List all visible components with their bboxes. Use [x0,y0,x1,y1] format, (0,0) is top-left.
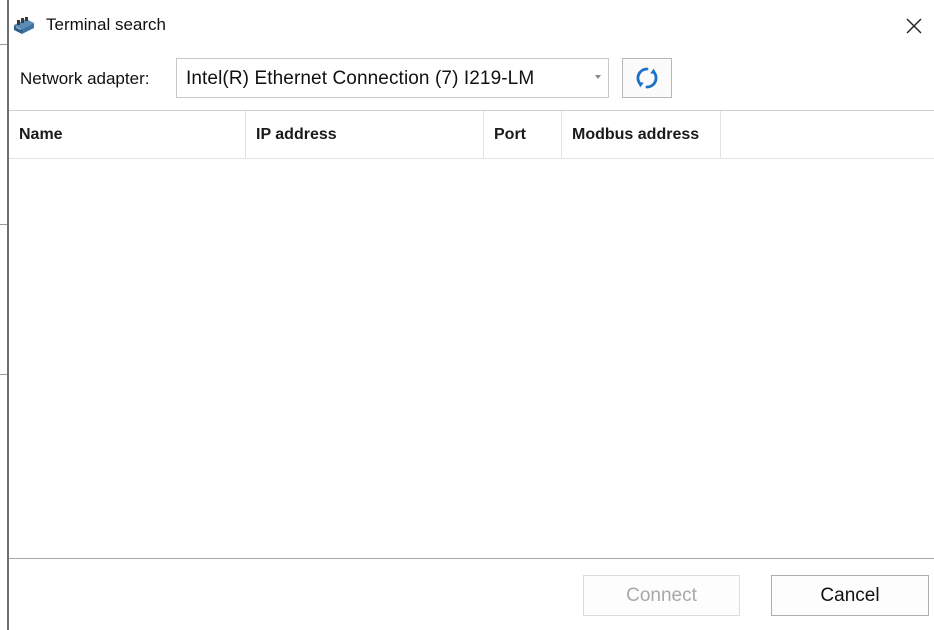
list-header: Name IP address Port Modbus address [9,111,934,159]
network-adapter-label: Network adapter: [20,69,150,88]
column-header-name[interactable]: Name [9,111,246,158]
network-adapter-select[interactable]: Intel(R) Ethernet Connection (7) I219-LM [176,58,609,98]
cancel-button[interactable]: Cancel [771,575,929,616]
connect-button[interactable]: Connect [583,575,740,616]
close-icon[interactable] [894,6,934,46]
column-header-modbus-address[interactable]: Modbus address [562,111,721,158]
terminal-search-dialog: Terminal search Network adapter: Intel(R… [0,0,934,630]
window-title: Terminal search [46,15,166,34]
chevron-down-icon [595,75,601,79]
list-body-empty[interactable] [9,159,934,558]
terminal-list[interactable]: Name IP address Port Modbus address [9,110,934,559]
network-adapter-value: Intel(R) Ethernet Connection (7) I219-LM [186,68,535,89]
terminal-device-icon [12,16,36,36]
title-bar: Terminal search [9,0,934,52]
refresh-icon [634,65,660,91]
dialog-footer: Connect Cancel [9,559,934,630]
column-header-port[interactable]: Port [484,111,562,158]
refresh-button[interactable] [622,58,672,98]
column-header-ip-address[interactable]: IP address [246,111,484,158]
adapter-row: Network adapter: Intel(R) Ethernet Conne… [9,52,934,108]
